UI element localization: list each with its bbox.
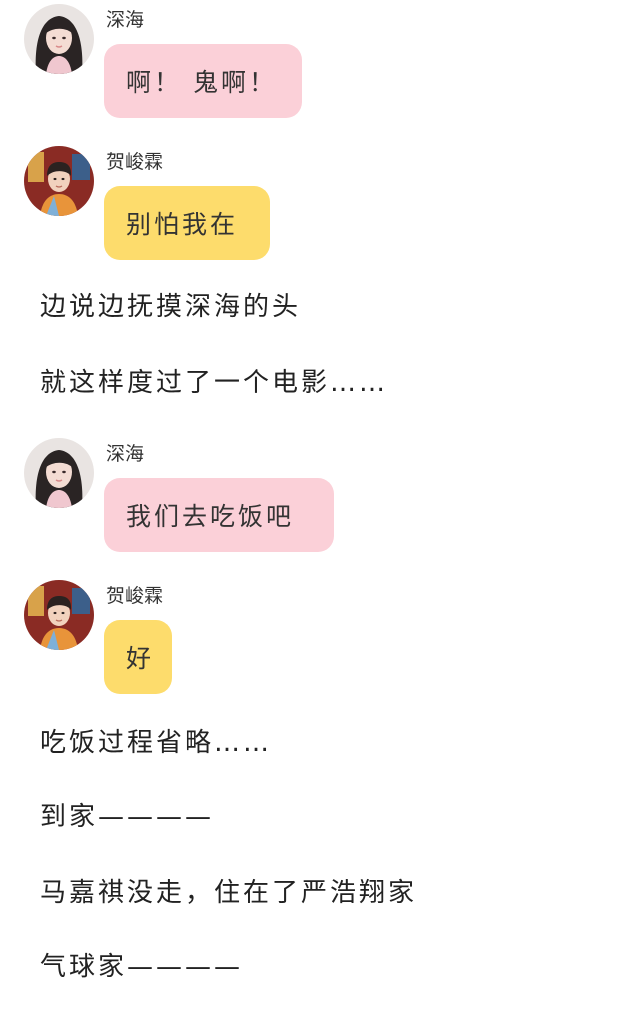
speaker-name: 深海 bbox=[106, 443, 145, 465]
message-bubble[interactable]: 我们去吃饭吧 bbox=[104, 478, 334, 552]
girl-avatar-icon[interactable] bbox=[24, 4, 94, 74]
message-bubble[interactable]: 啊！ 鬼啊！ bbox=[104, 44, 302, 118]
narration-text: 吃饭过程省略…… bbox=[40, 728, 273, 758]
girl-avatar-icon[interactable] bbox=[24, 438, 94, 508]
boy-avatar-icon[interactable] bbox=[24, 146, 94, 216]
boy-avatar-icon[interactable] bbox=[24, 580, 94, 650]
message-bubble[interactable]: 好 bbox=[104, 620, 172, 694]
narration-text: 到家———— bbox=[40, 802, 215, 832]
narration-text: 就这样度过了一个电影…… bbox=[40, 368, 389, 398]
message-bubble[interactable]: 别怕我在 bbox=[104, 186, 270, 260]
narration-text: 边说边抚摸深海的头 bbox=[40, 292, 302, 322]
speaker-name: 贺峻霖 bbox=[106, 151, 164, 173]
speaker-name: 贺峻霖 bbox=[106, 585, 164, 607]
narration-text: 马嘉祺没走，住在了严浩翔家 bbox=[40, 878, 418, 908]
narration-text: 气球家———— bbox=[40, 952, 244, 982]
speaker-name: 深海 bbox=[106, 9, 145, 31]
